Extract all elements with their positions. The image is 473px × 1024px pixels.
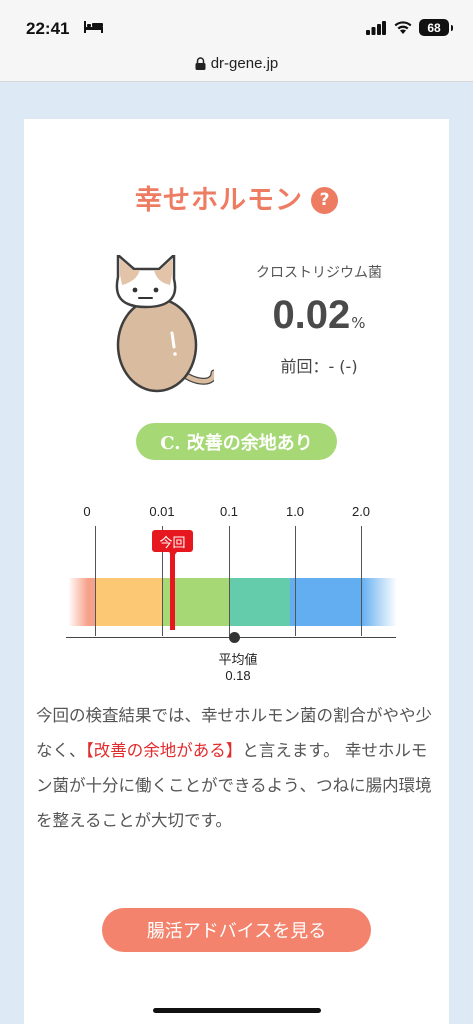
- battery-icon: 68: [419, 19, 453, 36]
- tick-label: 0: [83, 504, 91, 519]
- average-dot: [229, 632, 240, 643]
- value-row: 0.02%: [244, 293, 394, 338]
- result-description: 今回の検査結果では、幸せホルモン菌の割合がやや少なく、【改善の余地がある】と言え…: [36, 698, 441, 838]
- previous-result: 前回：- (-): [280, 357, 358, 376]
- cat-illustration: [115, 255, 214, 393]
- current-marker-line: [170, 552, 175, 630]
- result-value: 0.02: [272, 293, 351, 337]
- title-row: 幸せホルモン ?: [24, 177, 449, 217]
- tick-line: [361, 526, 362, 636]
- tick-line: [95, 526, 96, 636]
- tick-label: 0.1: [219, 504, 239, 519]
- url-bar[interactable]: dr-gene.jp: [0, 46, 473, 82]
- result-unit: %: [351, 314, 366, 332]
- tick-label: 1.0: [285, 504, 305, 519]
- band-orange: [96, 578, 162, 626]
- home-indicator[interactable]: [153, 1008, 321, 1013]
- tick-label: 0.01: [149, 504, 175, 519]
- lock-icon: [195, 57, 206, 70]
- tick-label: 2.0: [351, 504, 371, 519]
- band-teal: [229, 578, 290, 626]
- status-bar: 22:41 68: [0, 0, 473, 46]
- status-time: 22:41: [26, 19, 70, 38]
- average-value: 0.18: [225, 668, 251, 683]
- tick-line: [295, 526, 296, 636]
- rating-badge: C. 改善の余地あり: [136, 423, 337, 460]
- band-blue: [290, 578, 361, 626]
- advice-button[interactable]: 腸活アドバイスを見る: [102, 908, 371, 952]
- help-icon[interactable]: ?: [311, 186, 338, 214]
- bacteria-name: クロストリジウム菌: [256, 265, 382, 281]
- band-light-blue: [361, 578, 397, 626]
- description-highlight: 【改善の余地がある】: [85, 741, 243, 760]
- result-card: 幸せホルモン ? クロストリジウム菌 0.02% 前回：- (-) C. 改善の…: [24, 119, 449, 1024]
- wifi-icon: [394, 21, 412, 34]
- scale-chart: 0 0.01 0.1 1.0 2.0 今回 平均値 0.18: [24, 499, 449, 689]
- url-text: dr-gene.jp: [210, 55, 279, 72]
- tick-line: [229, 526, 230, 636]
- battery-level: 68: [427, 20, 441, 35]
- band-red: [68, 578, 96, 626]
- page-title: 幸せホルモン: [135, 184, 303, 216]
- bed-icon: [84, 21, 103, 33]
- average-label: 平均値: [218, 653, 258, 668]
- signal-icon: [366, 21, 386, 35]
- current-marker-label: 今回: [152, 530, 193, 557]
